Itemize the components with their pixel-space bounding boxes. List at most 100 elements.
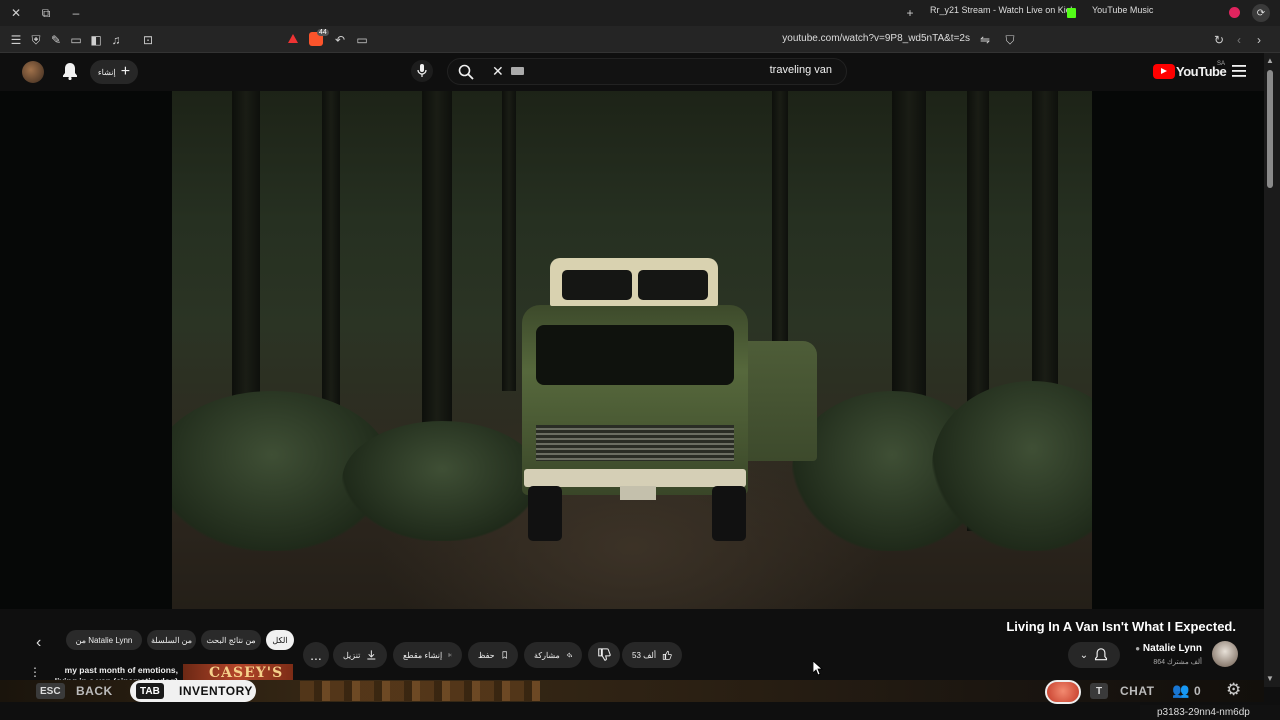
thumbs-down-icon (598, 648, 611, 661)
notifications-bell-icon[interactable] (62, 62, 78, 85)
back-icon[interactable]: ‹ (1231, 32, 1247, 48)
chips-prev-icon[interactable]: ‹ (36, 634, 41, 652)
search-icon[interactable] (458, 64, 474, 85)
warning-icon[interactable] (288, 34, 298, 43)
scrollbar-thumb[interactable] (1267, 70, 1273, 188)
new-tab-icon[interactable]: + (902, 5, 918, 21)
tab-kick-stream[interactable]: Rr_y21 Stream - Watch Live on Kick (930, 5, 1075, 15)
session-id: p3183-29nn4-nm6dp (1157, 707, 1250, 718)
video-player[interactable] (0, 91, 1264, 609)
bookmark-icon[interactable]: ⛉ (1002, 32, 1018, 48)
video-frame (172, 91, 1092, 609)
sidebar-menu-icon[interactable]: ☰ (8, 32, 24, 48)
upnext-thumbnail[interactable]: CASEY'S (183, 664, 293, 680)
music-icon[interactable]: ♫ (108, 32, 124, 48)
share-button[interactable]: مشاركة (524, 642, 582, 668)
van-top-window (562, 270, 632, 300)
upnext-title-line1: my past month of emotions, (64, 665, 178, 675)
subscriber-count: 864 ألف مشترك (1153, 659, 1202, 666)
kick-logo-icon (1067, 8, 1076, 18)
thumbnail-text: CASEY'S (209, 665, 284, 680)
share-icon (566, 652, 572, 658)
video-title[interactable]: Living In A Van Isn't What I Expected. (880, 619, 1236, 634)
van-open-door (742, 341, 817, 461)
subscribe-bell-button[interactable]: ⌄ (1068, 642, 1120, 668)
van-pop-top (550, 258, 718, 306)
hud-background-art (300, 681, 540, 701)
channel-avatar[interactable] (1212, 641, 1238, 667)
youtube-header: إنشاء + ✕ traveling van YouTube SA (0, 53, 1264, 91)
undo-icon[interactable]: ↶ (332, 32, 348, 48)
scroll-up-icon[interactable]: ▲ (1266, 56, 1274, 65)
voice-search-icon[interactable] (411, 60, 433, 82)
more-actions-button[interactable]: ... (303, 642, 329, 668)
plus-icon: + (120, 63, 131, 80)
thumbs-up-icon (662, 650, 672, 660)
van-license-plate (620, 486, 656, 500)
clip-label: إنشاء مقطع (403, 650, 443, 660)
bookmark-save-icon (502, 651, 507, 659)
reload-icon[interactable]: ↻ (1211, 32, 1227, 48)
reader-mode-icon[interactable]: ▭ (354, 32, 370, 48)
create-button[interactable]: إنشاء + (90, 60, 138, 84)
tab-youtube-music[interactable]: YouTube Music (1092, 5, 1153, 15)
save-label: حفظ (478, 650, 495, 660)
settings-gear-icon[interactable]: ⚙ (1226, 680, 1241, 700)
van-windshield (536, 325, 734, 385)
download-icon (367, 650, 376, 660)
like-button[interactable]: 53 ألف (622, 642, 682, 668)
clip-button[interactable]: إنشاء مقطع (393, 642, 462, 668)
minimize-icon[interactable]: – (68, 5, 84, 21)
chip-series[interactable]: من السلسلة (147, 630, 196, 650)
download-button[interactable]: تنزيل (333, 642, 387, 668)
search-input[interactable]: traveling van (540, 64, 832, 76)
account-avatar[interactable] (22, 61, 44, 83)
tree-trunk (322, 91, 340, 451)
screenshot-icon[interactable]: ⊡ (140, 32, 156, 48)
extensions-icon[interactable]: ✎ (48, 32, 64, 48)
keyboard-icon[interactable] (511, 67, 524, 75)
player-avatar[interactable] (1045, 680, 1081, 704)
browser-toolbar: ☰ ⛨ ✎ ▭ ◧ ♫ ⊡ 44 ↶ ▭ youtube.com/watch?v… (0, 26, 1280, 76)
scissors-icon (448, 653, 452, 657)
sidebar-toggle-icon[interactable]: ◧ (88, 32, 104, 48)
profile-icon[interactable]: ⟳ (1252, 4, 1270, 22)
van-bumper (524, 469, 746, 487)
close-window-icon[interactable]: ✕ (8, 5, 24, 21)
van-top-window (638, 270, 708, 300)
van-grille (536, 425, 734, 461)
youtube-logo-icon[interactable] (1153, 64, 1175, 79)
mouse-cursor-icon (812, 660, 824, 680)
scroll-down-icon[interactable]: ▼ (1266, 674, 1274, 683)
inventory-label: INVENTORY (179, 684, 253, 698)
dislike-button[interactable] (588, 642, 620, 668)
chip-related[interactable]: من نتائج البحث (201, 630, 261, 650)
shield-icon[interactable]: ⛨ (28, 32, 44, 48)
url-text[interactable]: youtube.com/watch?v=9P8_wd5nTA&t=2s (700, 33, 970, 44)
save-button[interactable]: حفظ (468, 642, 518, 668)
players-count: 0 (1194, 684, 1202, 698)
browser-tab-bar: ✕ ⧉ – + Rr_y21 Stream - Watch Live on Ki… (0, 0, 1280, 26)
fern-bush (932, 381, 1092, 551)
tabs-icon[interactable]: ▭ (68, 32, 84, 48)
forward-icon[interactable]: › (1251, 32, 1267, 48)
upnext-more-icon[interactable]: ⋮ (29, 665, 41, 679)
create-label: إنشاء (97, 67, 116, 77)
chevron-down-icon: ⌄ (1079, 649, 1089, 661)
translate-icon[interactable]: ⇋ (977, 32, 993, 48)
van-wheel (712, 486, 746, 541)
esc-key[interactable]: ESC (36, 683, 65, 699)
like-count: 53 ألف (632, 650, 657, 660)
fern-bush (342, 421, 542, 541)
clear-search-icon[interactable]: ✕ (492, 63, 504, 80)
bell-icon (1095, 648, 1108, 661)
window-pin-icon[interactable]: ⧉ (38, 5, 54, 21)
channel-name-text: Natalie Lynn (1142, 643, 1202, 654)
chip-from-channel[interactable]: من Natalie Lynn (66, 630, 142, 650)
menu-icon[interactable] (1232, 64, 1246, 82)
tab-key: TAB (136, 683, 164, 699)
back-label[interactable]: BACK (76, 684, 113, 698)
chat-label[interactable]: CHAT (1120, 684, 1154, 698)
chip-all[interactable]: الكل (266, 630, 294, 650)
t-key: T (1090, 683, 1108, 699)
